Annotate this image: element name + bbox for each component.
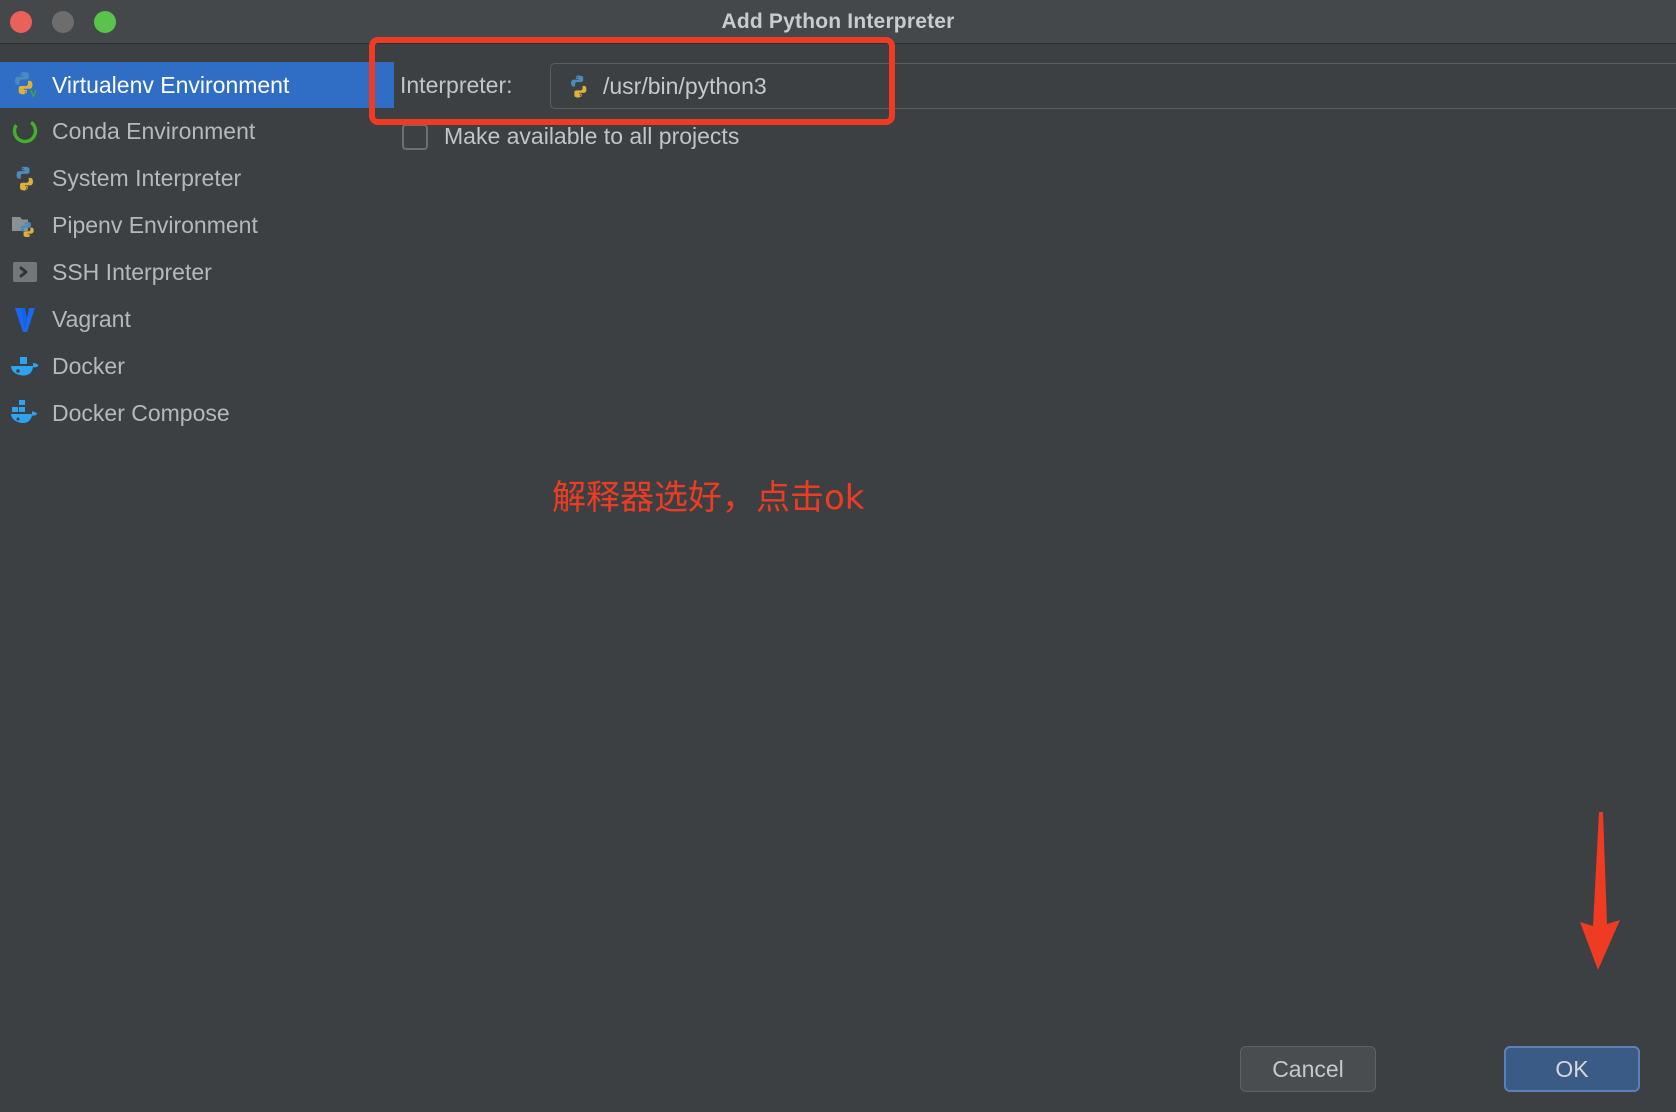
environment-type-list[interactable]: Virtualenv Environment Conda Environment… [0,45,394,1112]
make-available-checkbox[interactable] [402,123,428,150]
sidebar-item-label: Conda Environment [52,117,256,144]
ok-button[interactable]: OK [1504,1046,1640,1092]
sidebar-item-system-interpreter[interactable]: System Interpreter [0,155,394,201]
sidebar-item-vagrant[interactable]: Vagrant [0,296,394,342]
sidebar-item-label: System Interpreter [52,164,242,191]
python-icon [8,161,42,195]
page-title: Add Python Interpreter [721,10,955,33]
sidebar-item-label: Docker [52,352,125,379]
add-python-interpreter-dialog: Add Python Interpreter Virtualenv Enviro… [0,0,1676,1112]
make-available-row[interactable]: Make available to all projects [402,123,739,150]
window-titlebar: Add Python Interpreter [0,0,1676,44]
make-available-label: Make available to all projects [444,123,740,149]
dialog-footer: Cancel OK [0,1026,1676,1112]
interpreter-select[interactable]: /usr/bin/python3 [550,63,1676,109]
cancel-button[interactable]: Cancel [1240,1046,1376,1092]
sidebar-item-conda-environment[interactable]: Conda Environment [0,108,394,154]
sidebar-item-pipenv-environment[interactable]: Pipenv Environment [0,202,394,248]
sidebar-item-label: Docker Compose [52,399,230,426]
sidebar-item-docker-compose[interactable]: Docker Compose [0,390,394,436]
interpreter-row: Interpreter: [400,72,513,99]
docker-compose-icon [8,396,42,430]
conda-icon [8,114,42,148]
interpreter-settings-panel: Interpreter: /usr/bin/python3 ... Make a… [394,45,1676,1112]
interpreter-label: Interpreter: [400,72,513,98]
docker-icon [8,349,42,383]
annotation-note: 解释器选好，点击ok [552,478,865,518]
sidebar-item-virtualenv-environment[interactable]: Virtualenv Environment [0,62,394,108]
vagrant-icon [8,302,42,336]
sidebar-item-label: Virtualenv Environment [52,71,290,98]
python-venv-icon [8,68,42,102]
red-down-arrow [1554,806,1644,981]
ssh-terminal-icon [8,255,42,289]
pipenv-icon [8,208,42,242]
sidebar-item-label: SSH Interpreter [52,258,212,285]
sidebar-item-docker[interactable]: Docker [0,343,394,389]
interpreter-path-value: /usr/bin/python3 [603,72,767,99]
python-icon [565,72,593,100]
sidebar-item-label: Vagrant [52,305,131,332]
sidebar-item-ssh-interpreter[interactable]: SSH Interpreter [0,249,394,295]
sidebar-item-label: Pipenv Environment [52,211,258,238]
